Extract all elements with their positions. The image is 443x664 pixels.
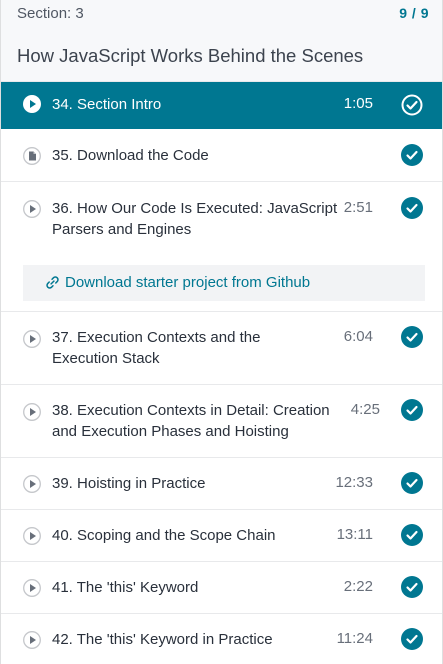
- check-circle-icon[interactable]: [401, 472, 423, 494]
- lecture-item-42[interactable]: 42. The 'this' Keyword in Practice 11:24: [1, 614, 442, 664]
- lecture-duration: 11:24: [336, 630, 373, 647]
- lecture-title: 42. The 'this' Keyword in Practice: [52, 631, 273, 648]
- lecture-duration: 2:51: [343, 199, 373, 216]
- lecture-title: 36. How Our Code Is Executed: JavaScript…: [52, 200, 338, 238]
- check-circle-icon[interactable]: [401, 144, 423, 166]
- play-circle-icon: [23, 475, 41, 493]
- lecture-duration: 4:25: [350, 401, 380, 418]
- lecture-item-37[interactable]: 37. Execution Contexts and the Execution…: [1, 312, 442, 385]
- play-circle-icon: [23, 403, 41, 421]
- lecture-item-40[interactable]: 40. Scoping and the Scope Chain 13:11: [1, 510, 442, 562]
- play-circle-icon: [23, 579, 41, 597]
- resource-download[interactable]: Download starter project from Github: [23, 265, 425, 301]
- lecture-title: 38. Execution Contexts in Detail: Creati…: [52, 402, 330, 440]
- lecture-duration: 2:22: [343, 578, 373, 595]
- lecture-title: 40. Scoping and the Scope Chain: [52, 527, 276, 544]
- check-circle-icon[interactable]: [401, 524, 423, 546]
- link-icon: [46, 276, 59, 289]
- lecture-title: 41. The 'this' Keyword: [52, 579, 199, 596]
- check-circle-icon[interactable]: [401, 628, 423, 650]
- lecture-title: 35. Download the Code: [52, 147, 209, 164]
- section-header[interactable]: Section: 3 9 / 9 How JavaScript Works Be…: [1, 0, 442, 82]
- lecture-duration: 6:04: [343, 328, 373, 345]
- section-number: Section: 3: [17, 5, 84, 22]
- section-progress: 9 / 9: [399, 5, 429, 21]
- resource-link[interactable]: Download starter project from Github: [45, 274, 310, 291]
- play-circle-icon: [23, 527, 41, 545]
- lecture-duration: 1:05: [343, 95, 373, 112]
- lecture-item-39[interactable]: 39. Hoisting in Practice 12:33: [1, 458, 442, 510]
- check-circle-icon[interactable]: [401, 94, 423, 116]
- lecture-duration: 13:11: [336, 526, 373, 543]
- lecture-item-35[interactable]: 35. Download the Code: [1, 129, 442, 182]
- check-circle-icon[interactable]: [401, 399, 423, 421]
- play-circle-icon: [23, 200, 41, 218]
- file-icon: [23, 147, 41, 165]
- check-circle-icon[interactable]: [401, 197, 423, 219]
- course-content-panel: Section: 3 9 / 9 How JavaScript Works Be…: [0, 0, 443, 664]
- resource-label: Download starter project from Github: [65, 274, 311, 291]
- lecture-item-34[interactable]: 34. Section Intro 1:05: [1, 82, 442, 129]
- lecture-title: 39. Hoisting in Practice: [52, 475, 206, 492]
- play-circle-icon: [23, 95, 41, 113]
- lecture-duration: 12:33: [335, 474, 373, 491]
- lecture-title: 34. Section Intro: [52, 96, 162, 113]
- lecture-item-38[interactable]: 38. Execution Contexts in Detail: Creati…: [1, 385, 442, 458]
- check-circle-icon[interactable]: [401, 326, 423, 348]
- play-circle-icon: [23, 330, 41, 348]
- lecture-title: 37. Execution Contexts and the Execution…: [52, 329, 261, 367]
- play-circle-icon: [23, 631, 41, 649]
- check-circle-icon[interactable]: [401, 576, 423, 598]
- section-title: How JavaScript Works Behind the Scenes: [17, 45, 364, 66]
- lecture-item-41[interactable]: 41. The 'this' Keyword 2:22: [1, 562, 442, 614]
